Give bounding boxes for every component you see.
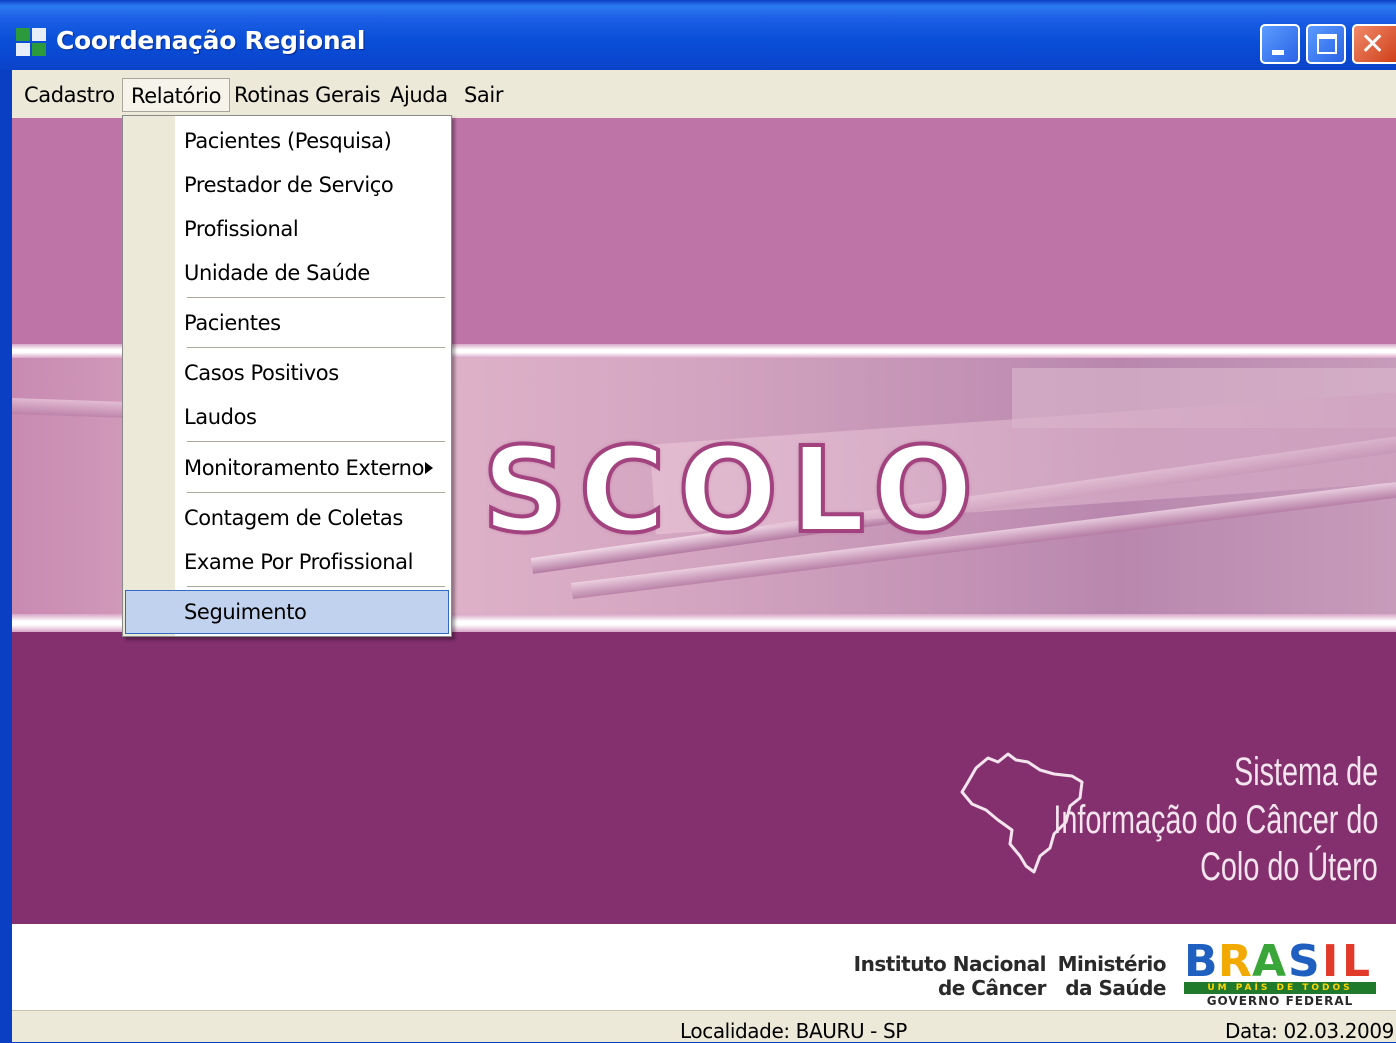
menu-separator <box>187 492 445 494</box>
menu-relatorio[interactable]: Relatório <box>122 78 231 112</box>
menu-rotinas-gerais[interactable]: Rotinas Gerais <box>226 78 388 112</box>
system-name-line2: Informação do Câncer do <box>1053 798 1378 842</box>
governo-federal-label: GOVERNO FEDERAL <box>1206 994 1354 1008</box>
menu-sair[interactable]: Sair <box>456 78 511 112</box>
menu-item-exame-por-profissional[interactable]: Exame Por Profissional <box>184 542 413 582</box>
menu-icon-gutter <box>123 116 175 636</box>
footer-logos: Instituto Nacional de Câncer Ministério … <box>12 924 1396 1010</box>
ministerio-logo-line1: Ministério <box>1057 952 1167 976</box>
menu-item-casos-positivos[interactable]: Casos Positivos <box>184 353 339 393</box>
system-name-line3: Colo do Útero <box>1200 845 1378 889</box>
menu-separator <box>187 297 445 299</box>
siscolo-logo-text: SCOLO <box>480 419 986 561</box>
menu-separator <box>187 441 445 443</box>
maximize-icon <box>1317 34 1337 54</box>
close-icon: ✕ <box>1360 27 1386 62</box>
menu-item-laudos[interactable]: Laudos <box>184 397 257 437</box>
menu-cadastro[interactable]: Cadastro <box>16 78 123 112</box>
status-locality: Localidade: BAURU - SP <box>680 1019 907 1043</box>
menu-item-contagem-de-coletas[interactable]: Contagem de Coletas <box>184 498 403 538</box>
menu-separator <box>187 347 445 349</box>
menu-ajuda[interactable]: Ajuda <box>382 78 456 112</box>
submenu-arrow-icon <box>425 462 433 474</box>
menu-bar: Cadastro Relatório Rotinas Gerais Ajuda … <box>12 70 1396 118</box>
status-bar: Localidade: BAURU - SP Data: 02.03.2009 <box>12 1010 1396 1043</box>
application-window: Coordenação Regional ✕ Cadastro Relatóri… <box>0 0 1396 1043</box>
app-icon <box>16 28 48 58</box>
ministerio-logo-line2: da Saúde <box>1065 976 1166 1000</box>
menu-item-pacientes[interactable]: Pacientes <box>184 303 281 343</box>
menu-item-monitoramento-externo[interactable]: Monitoramento Externo <box>184 448 424 488</box>
window-frame-left <box>0 70 12 1042</box>
minimize-icon <box>1272 50 1284 55</box>
menu-separator <box>187 586 445 588</box>
brasil-governo-federal-logo: B R A S I L UM PAÍS DE TODOS GOVERNO FED… <box>1184 940 1376 1008</box>
title-bar[interactable]: Coordenação Regional ✕ <box>0 0 1396 70</box>
menu-item-prestador-de-servico[interactable]: Prestador de Serviço <box>184 165 394 205</box>
banner-bottom-band <box>12 632 1396 924</box>
menu-item-seguimento[interactable]: Seguimento <box>184 592 307 632</box>
menu-item-unidade-de-saude[interactable]: Unidade de Saúde <box>184 253 370 293</box>
menu-item-pacientes-pesquisa[interactable]: Pacientes (Pesquisa) <box>184 121 392 161</box>
brasil-tagline: UM PAÍS DE TODOS <box>1184 982 1376 994</box>
maximize-button[interactable] <box>1306 24 1346 64</box>
window-title: Coordenação Regional <box>56 26 366 55</box>
system-name-line1: Sistema de <box>1233 750 1378 794</box>
menu-item-profissional[interactable]: Profissional <box>184 209 299 249</box>
close-button[interactable]: ✕ <box>1352 24 1396 64</box>
inca-logo-line2: de Câncer <box>937 976 1047 1000</box>
minimize-button[interactable] <box>1260 24 1300 64</box>
inca-logo-line1: Instituto Nacional <box>853 952 1047 976</box>
relatorio-dropdown-menu: Pacientes (Pesquisa) Prestador de Serviç… <box>122 115 452 637</box>
status-date: Data: 02.03.2009 <box>1225 1019 1394 1043</box>
